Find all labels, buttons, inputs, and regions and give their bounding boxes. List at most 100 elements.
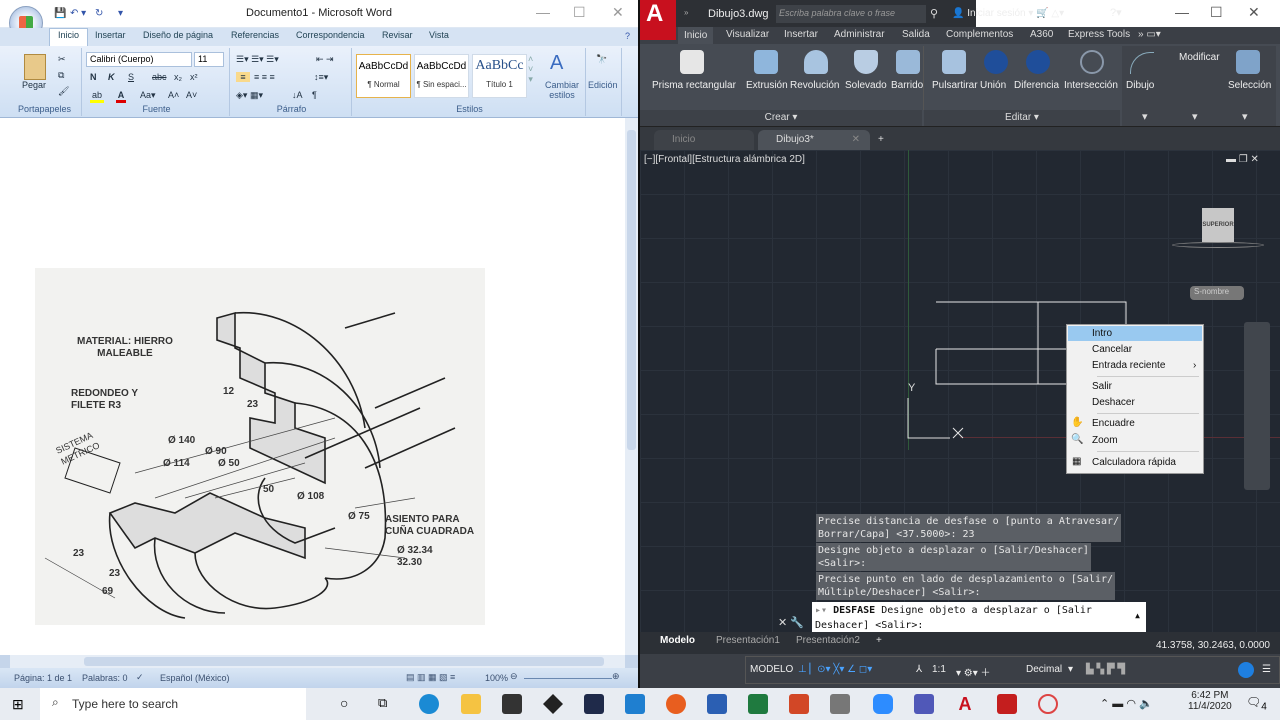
union-button[interactable]: Unión — [980, 80, 1006, 91]
tab-administrar[interactable]: Administrar — [834, 29, 885, 40]
line-spacing-icon[interactable]: ↕≡▾ — [314, 72, 328, 83]
tab-vista[interactable]: Vista — [429, 30, 449, 40]
shrink-font-icon[interactable]: A˅ — [186, 90, 197, 100]
align-center-button[interactable]: ≡ ≡ ≡ — [254, 72, 275, 82]
add-layout-button[interactable]: + — [876, 635, 882, 646]
presspull-button[interactable]: Pulsartirar — [932, 80, 978, 91]
paste-button[interactable]: Pegar — [22, 80, 46, 90]
snipping-icon[interactable] — [1038, 694, 1058, 714]
doc-tab-inicio[interactable]: Inicio — [654, 130, 754, 150]
device-icon[interactable] — [830, 694, 850, 714]
menu-item-calculadora[interactable]: Calculadora rápida — [1092, 457, 1176, 468]
application-menu-button[interactable]: A — [640, 0, 676, 40]
draw-panel-button[interactable]: Dibujo — [1126, 80, 1154, 91]
menu-item-entrada-reciente[interactable]: Entrada reciente — [1092, 360, 1165, 371]
taskbar-search[interactable]: ⌕ Type here to search — [40, 688, 306, 720]
tab-diseno[interactable]: Diseño de página — [143, 30, 213, 40]
menu-item-zoom[interactable]: Zoom — [1092, 435, 1118, 446]
edge-icon[interactable] — [419, 694, 439, 714]
font-name-select[interactable]: Calibri (Cuerpo) — [86, 52, 192, 67]
style-no-spacing[interactable]: AaBbCcDd ¶ Sin espaci... — [414, 54, 469, 98]
firefox-icon[interactable] — [666, 694, 686, 714]
union-icon[interactable] — [984, 50, 1008, 74]
doc-tab-dibujo3[interactable]: Dibujo3* ✕ — [758, 130, 870, 150]
revolve-icon[interactable] — [804, 50, 828, 74]
menu-item-deshacer[interactable]: Deshacer — [1092, 397, 1135, 408]
italic-button[interactable]: K — [108, 72, 115, 82]
menu-item-intro[interactable]: Intro — [1092, 328, 1112, 339]
word-count[interactable]: Palabras: 0 — [82, 673, 128, 683]
command-history-toggle[interactable]: ▲ — [1135, 608, 1140, 623]
viewcube[interactable]: SUPERIOR — [1202, 208, 1234, 242]
format-painter-icon[interactable]: 🖌 — [58, 86, 69, 97]
tab-presentacion2[interactable]: Presentación2 — [796, 635, 860, 646]
customize-qat-icon[interactable]: ▾ — [118, 8, 123, 19]
clock[interactable]: 6:42 PM 11/4/2020 — [1188, 690, 1232, 712]
selection-expand-icon[interactable]: ▾ — [1242, 110, 1248, 123]
vertical-scrollbar[interactable] — [625, 118, 638, 655]
selection-panel-button[interactable]: Selección — [1228, 80, 1271, 91]
zoom-out-button[interactable]: ⊖ — [510, 671, 518, 682]
word-icon[interactable] — [707, 694, 727, 714]
styles-scroll[interactable]: ˄ ˅ ▾ — [528, 54, 533, 85]
highlight-icon[interactable]: ab — [90, 90, 104, 103]
more-tabs-icon[interactable]: » ▭▾ — [1138, 29, 1161, 40]
notifications-icon[interactable]: 🗨4 — [1246, 695, 1267, 712]
help-icon[interactable]: ?▾ — [1110, 6, 1122, 19]
intersect-icon[interactable] — [1080, 50, 1104, 74]
zoom-app-icon[interactable] — [873, 694, 893, 714]
spellcheck-icon[interactable]: ✓ — [136, 672, 144, 683]
page-count[interactable]: Página: 1 de 1 — [14, 673, 72, 683]
zoom-slider[interactable] — [524, 678, 612, 679]
settings-icon[interactable]: ▾ ⚙▾ ＋ — [956, 664, 991, 679]
windows-start-icon[interactable]: ⊞ — [12, 696, 24, 713]
shading-icon[interactable]: ◈▾ ▦▾ — [236, 90, 263, 101]
undo-icon[interactable]: ↶ ▾ — [70, 8, 86, 19]
show-marks-icon[interactable]: ¶ — [312, 90, 317, 100]
presspull-icon[interactable] — [942, 50, 966, 74]
find-icon[interactable]: 🔭 — [596, 54, 607, 65]
language[interactable]: Español (México) — [160, 673, 230, 683]
mail-icon[interactable] — [625, 694, 645, 714]
autocad-taskbar-icon[interactable]: A — [955, 694, 975, 714]
close-command-line-icon[interactable]: ✕ 🔧 — [778, 616, 804, 629]
teams-icon[interactable] — [914, 694, 934, 714]
change-styles-icon[interactable]: A — [550, 52, 563, 75]
wcs-menu[interactable]: S-nombre — [1190, 286, 1244, 300]
tab-salida[interactable]: Salida — [902, 29, 930, 40]
powerpoint-icon[interactable] — [789, 694, 809, 714]
prism-button[interactable]: Prisma rectangular — [652, 80, 736, 91]
dropbox-icon[interactable] — [543, 694, 563, 714]
tab-inicio[interactable]: Inicio — [49, 28, 89, 46]
units-dropdown-icon[interactable]: ▾ — [1068, 664, 1073, 675]
loft-icon[interactable] — [854, 50, 878, 74]
draw-expand-icon[interactable]: ▾ — [1142, 110, 1148, 123]
box-icon[interactable] — [680, 50, 704, 74]
tab-presentacion1[interactable]: Presentación1 — [716, 635, 780, 646]
tab-correspondencia[interactable]: Correspondencia — [296, 30, 365, 40]
file-explorer-icon[interactable] — [461, 694, 481, 714]
style-normal[interactable]: AaBbCcDd ¶ Normal — [356, 54, 411, 98]
strikethrough-button[interactable]: abc — [152, 72, 167, 82]
navigation-bar[interactable] — [1244, 322, 1270, 490]
snap-toggles[interactable]: ⊥ ▏⊙▾ ╳▾ ∠ ◻▾ — [798, 664, 872, 675]
units-select[interactable]: Decimal — [1026, 664, 1062, 675]
sort-icon[interactable]: ↓A — [292, 90, 303, 100]
paste-icon[interactable] — [24, 54, 46, 80]
font-size-select[interactable]: 11 — [194, 52, 224, 67]
model-space-button[interactable]: MODELO — [750, 664, 793, 675]
qat-expand-icon[interactable]: » — [684, 8, 688, 17]
tab-express-tools[interactable]: Express Tools — [1068, 29, 1130, 40]
zoom-in-button[interactable]: ⊕ — [612, 671, 620, 682]
app-icon[interactable] — [584, 694, 604, 714]
indent-icon[interactable]: ⇤ ⇥ — [316, 54, 334, 65]
font-color-icon[interactable]: A — [116, 90, 126, 103]
align-left-button[interactable]: ≡ — [236, 72, 250, 82]
store-icon[interactable] — [502, 694, 522, 714]
binoculars-icon[interactable]: ⚲ — [930, 7, 938, 20]
tab-insertar[interactable]: Insertar — [95, 30, 126, 40]
close-button[interactable]: ✕ — [612, 4, 624, 21]
command-line-input[interactable]: ▸▾ DESFASE Designe objeto a desplazar o … — [812, 602, 1146, 632]
extrude-icon[interactable] — [754, 50, 778, 74]
close-button[interactable]: ✕ — [1248, 4, 1260, 21]
